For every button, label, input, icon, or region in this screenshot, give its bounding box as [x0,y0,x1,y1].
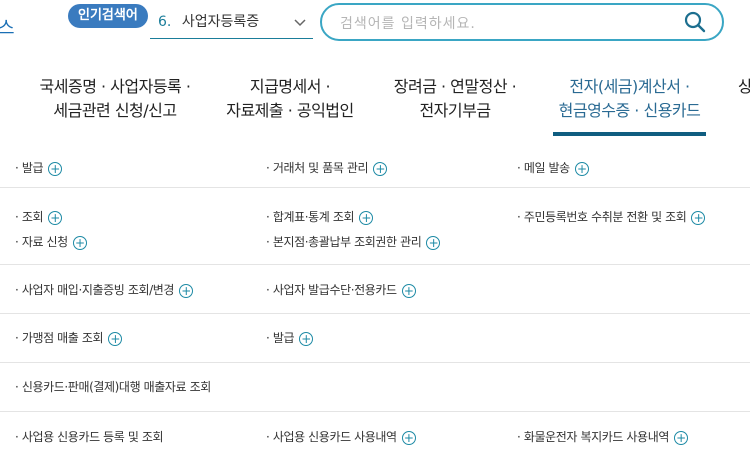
menu-item-branch-authority[interactable]: · 본지점·총괄납부 조회권한 관리 + [266,233,441,250]
menu-item-card-sales-data[interactable]: · 신용카드·판매(결제)대행 매출자료 조회 [15,378,211,395]
menu-item-client-management[interactable]: · 거래처 및 품목 관리 + [266,159,388,176]
popular-rank: 6. [158,14,172,30]
popular-search-badge: 인기검색어 [68,4,148,28]
nav-item-tax-certificate[interactable]: 국세증명 · 사업자등록 · 세금관련 신청/신고 [25,75,205,123]
menu-item-purchase-proof[interactable]: · 사업자 매입·지출증빙 조회/변경 + [15,281,194,298]
plus-icon[interactable]: + [673,430,688,445]
menu-item-merchant-sales[interactable]: · 가맹점 매출 조회 + [15,329,123,346]
plus-icon[interactable]: + [574,161,589,176]
search-icon[interactable] [684,11,706,33]
search-input[interactable]: 검색어를 입력하세요. [320,3,724,41]
plus-icon[interactable]: + [179,283,194,298]
menu-row: · 신용카드·판매(결제)대행 매출자료 조회 [0,363,750,412]
nav-item-line2: 전자기부금 [419,101,491,120]
nav-item-line1: 국세증명 · 사업자등록 · [39,77,191,96]
menu-row: · 발급 + · 거래처 및 품목 관리 + · 메일 발송 + [0,147,750,188]
menu-item-issue-means[interactable]: · 사업자 발급수단·전용카드 + [266,281,416,298]
plus-icon[interactable]: + [373,161,388,176]
menu-item-label: · 메일 발송 [517,161,570,175]
active-nav-underline [553,132,706,136]
plus-icon[interactable]: + [401,430,416,445]
menu-item-label: · 사업용 신용카드 사용내역 [266,430,397,444]
menu-item-label: · 신용카드·판매(결제)대행 매출자료 조회 [15,380,211,394]
menu-item-label: · 본지점·총괄납부 조회권한 관리 [266,235,422,249]
menu-item-data-request[interactable]: · 자료 신청 + [15,233,87,250]
nav-item-e-invoice[interactable]: 전자(세금)계산서 · 현금영수증 · 신용카드 [548,75,711,123]
menu-item-label: · 사업자 발급수단·전용카드 [266,283,397,297]
plus-icon[interactable]: + [72,235,87,250]
chevron-down-icon[interactable] [293,10,307,43]
popular-search-select[interactable]: 6. 사업자등록증 [150,10,313,39]
nav-item-incentive[interactable]: 장려금 · 연말정산 · 전자기부금 [385,75,525,123]
menu-item-business-card-register[interactable]: · 사업용 신용카드 등록 및 조회 [15,428,164,445]
plus-icon[interactable]: + [108,331,123,346]
nav-item-line2: 세금관련 신청/신고 [53,101,177,120]
nav-item-truncated[interactable]: 상 [738,75,750,99]
menu-item-issue-receipt[interactable]: · 발급 + [266,329,314,346]
nav-item-line1: 전자(세금)계산서 · [569,77,690,96]
nav-item-line2: 현금영수증 · 신용카드 [558,101,701,120]
nav-item-payment-statement[interactable]: 지급명세서 · 자료제출 · 공익법인 [215,75,365,123]
nav-item-line1: 장려금 · 연말정산 · [393,77,517,96]
plus-icon[interactable]: + [401,283,416,298]
menu-row: · 사업자 매입·지출증빙 조회/변경 + · 사업자 발급수단·전용카드 + [0,265,750,314]
menu-item-label: · 사업자 매입·지출증빙 조회/변경 [15,283,175,297]
menu-row: · 조회 + · 합계표·통계 조회 + · 주민등록번호 수취분 전환 및 조회 +… [0,188,750,265]
menu-item-resident-number-conversion[interactable]: · 주민등록번호 수취분 전환 및 조회 + [517,208,706,225]
menu-row: · 사업용 신용카드 등록 및 조회 · 사업용 신용카드 사용내역 + · 화물… [0,412,750,462]
plus-icon[interactable]: + [48,210,63,225]
plus-icon[interactable]: + [426,235,441,250]
nav-item-line1: 상 [738,77,750,96]
plus-icon[interactable]: + [299,331,314,346]
menu-item-label: · 사업용 신용카드 등록 및 조회 [15,430,164,444]
plus-icon[interactable]: + [48,161,63,176]
menu-item-inquiry[interactable]: · 조회 + [15,208,63,225]
main-nav: 국세증명 · 사업자등록 · 세금관련 신청/신고 지급명세서 · 자료제출 ·… [0,75,750,135]
menu-item-label: · 화물운전자 복지카드 사용내역 [517,430,669,444]
menu-item-mail-send[interactable]: · 메일 발송 + [517,159,589,176]
plus-icon[interactable]: + [691,210,706,225]
search-placeholder: 검색어를 입력하세요. [340,16,476,32]
plus-icon[interactable]: + [359,210,374,225]
menu-item-label: · 합계표·통계 조회 [266,210,355,224]
menu-item-label: · 가맹점 매출 조회 [15,331,104,345]
menu-item-label: · 자료 신청 [15,235,68,249]
menu-item-label: · 거래처 및 품목 관리 [266,161,369,175]
menu-item-label: · 발급 [266,331,295,345]
menu-item-label: · 조회 [15,210,44,224]
truncated-link[interactable]: 스 [0,14,15,40]
submenu-grid: · 발급 + · 거래처 및 품목 관리 + · 메일 발송 + · 조회 + · 합계… [0,147,750,462]
top-bar: 스 인기검색어 6. 사업자등록증 검색어를 입력하세요. [0,0,750,60]
nav-item-line1: 지급명세서 · [249,77,331,96]
menu-item-business-card-usage[interactable]: · 사업용 신용카드 사용내역 + [266,428,416,445]
popular-term: 사업자등록증 [181,14,260,30]
menu-item-freight-welfare-card[interactable]: · 화물운전자 복지카드 사용내역 + [517,428,688,445]
menu-item-summary-stats[interactable]: · 합계표·통계 조회 + [266,208,374,225]
nav-item-line2: 자료제출 · 공익법인 [226,101,354,120]
menu-item-issue[interactable]: · 발급 + [15,159,63,176]
menu-item-label: · 발급 [15,161,44,175]
menu-row: · 가맹점 매출 조회 + · 발급 + [0,314,750,363]
menu-item-label: · 주민등록번호 수취분 전환 및 조회 [517,210,687,224]
